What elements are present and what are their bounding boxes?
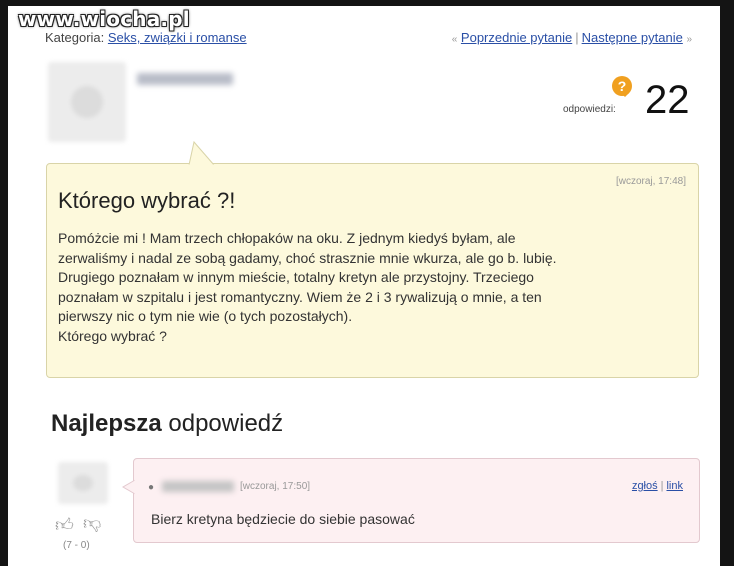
- prev-arrow-icon: «: [451, 34, 458, 45]
- answer-box: ● [wczoraj, 17:50] zgłoś | link Bierz kret…: [122, 458, 700, 543]
- asker-avatar[interactable]: [48, 62, 126, 142]
- question-line: pierwszy nic o tym nie wie (o tych pozos…: [58, 308, 353, 324]
- top-bar: Kategoria: Seks, związki i romanse « Pop…: [45, 30, 692, 48]
- asker-name[interactable]: [137, 73, 233, 85]
- vote-box: 👍︎ 👎︎ (7 - 0): [55, 512, 110, 552]
- best-answer-heading: Najlepsza odpowiedź: [51, 410, 283, 438]
- question-timestamp: [wczoraj, 17:48]: [615, 176, 686, 187]
- actions-separator: |: [660, 480, 664, 492]
- vote-count: (7 - 0): [63, 540, 90, 551]
- question-line: Którego wybrać ?: [58, 327, 167, 344]
- speech-bubble-tail-icon: [188, 140, 216, 166]
- answerer-avatar[interactable]: [58, 462, 108, 504]
- watermark: www.wiocha.pl: [18, 7, 190, 31]
- question-body: Pomóżcie mi ! Mam trzech chłopaków na ok…: [58, 229, 678, 346]
- thumbs-up-icon[interactable]: 👍︎: [55, 514, 74, 536]
- best-answer-heading-rest: odpowiedź: [168, 410, 284, 437]
- nav-separator: |: [575, 30, 579, 45]
- answerer-name[interactable]: [162, 481, 234, 492]
- question-title: Którego wybrać ?!: [58, 188, 236, 213]
- question-line: poznałam w szpitalu i jest romantyczny. …: [58, 288, 542, 305]
- question-line: Pomóżcie mi ! Mam trzech chłopaków na ok…: [58, 230, 516, 246]
- speech-bubble-tail-icon: [122, 479, 136, 495]
- answer-text: Bierz kretyna będziecie do siebie pasowa…: [151, 511, 415, 527]
- answer-actions: zgłoś | link: [632, 480, 683, 492]
- answers-count-box: ? odpowiedzi: 22: [560, 72, 700, 122]
- permalink-link[interactable]: link: [666, 480, 683, 492]
- question-box: [wczoraj, 17:48] Którego wybrać ?! Pomóż…: [46, 140, 699, 378]
- question-line: Drugiego poznałam w innym mieście, total…: [58, 269, 534, 285]
- thumbs-down-icon[interactable]: 👎︎: [83, 512, 101, 534]
- best-answer-heading-bold: Najlepsza: [51, 410, 162, 437]
- prev-question-link[interactable]: Poprzednie pytanie: [461, 30, 572, 45]
- report-link[interactable]: zgłoś: [632, 480, 658, 492]
- next-arrow-icon: »: [686, 34, 692, 45]
- category-link[interactable]: Seks, związki i romanse: [108, 30, 247, 45]
- question-bubble-icon: ?: [612, 76, 632, 97]
- answers-count: 22: [645, 78, 690, 122]
- answer-timestamp: [wczoraj, 17:50]: [240, 481, 311, 492]
- answers-label: odpowiedzi:: [563, 104, 616, 115]
- question-line: zerwaliśmy i nadal ze sobą gadamy, choć …: [58, 249, 557, 266]
- question-nav: « Poprzednie pytanie | Następne pytanie »: [452, 30, 692, 45]
- answer-bullet-icon: ●: [148, 482, 155, 493]
- category-label: Kategoria:: [45, 30, 105, 45]
- next-question-link[interactable]: Następne pytanie: [582, 30, 683, 45]
